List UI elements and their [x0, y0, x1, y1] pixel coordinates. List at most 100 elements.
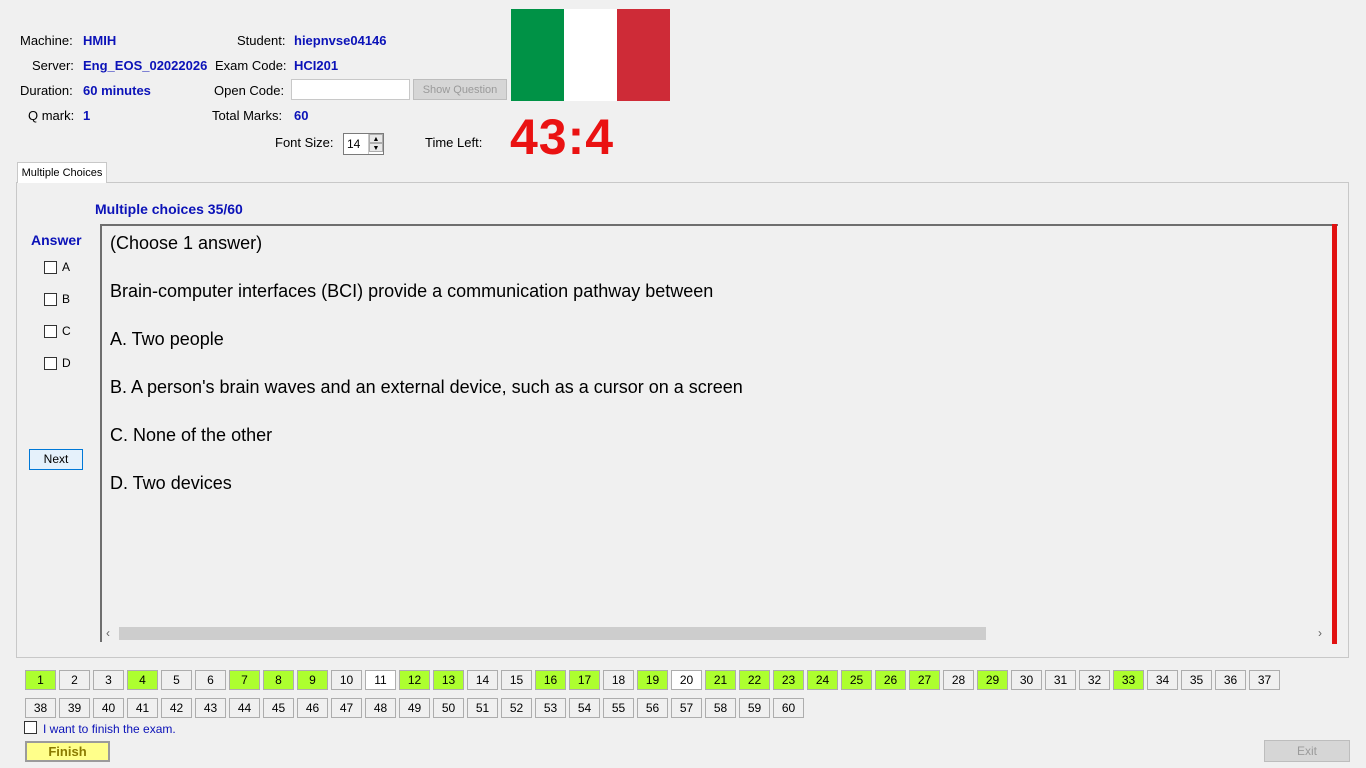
question-nav-button-8[interactable]: 8	[263, 670, 294, 690]
exit-button[interactable]: Exit	[1264, 740, 1350, 762]
question-nav-button-44[interactable]: 44	[229, 698, 260, 718]
answer-checkbox-d[interactable]	[44, 357, 57, 370]
qmark-value: 1	[83, 108, 91, 123]
question-nav-button-56[interactable]: 56	[637, 698, 668, 718]
flag-stripe-green	[511, 9, 564, 101]
next-button[interactable]: Next	[29, 449, 83, 470]
total-marks-label: Total Marks:	[212, 108, 283, 123]
question-nav-button-15[interactable]: 15	[501, 670, 532, 690]
question-nav-button-10[interactable]: 10	[331, 670, 362, 690]
question-nav-button-18[interactable]: 18	[603, 670, 634, 690]
tab-multiple-choices[interactable]: Multiple Choices	[17, 162, 107, 183]
question-nav-button-25[interactable]: 25	[841, 670, 872, 690]
question-nav-button-30[interactable]: 30	[1011, 670, 1042, 690]
question-nav-button-6[interactable]: 6	[195, 670, 226, 690]
question-nav-button-3[interactable]: 3	[93, 670, 124, 690]
question-nav-button-40[interactable]: 40	[93, 698, 124, 718]
question-nav-button-41[interactable]: 41	[127, 698, 158, 718]
answer-checkbox-b[interactable]	[44, 293, 57, 306]
question-nav-button-2[interactable]: 2	[59, 670, 90, 690]
question-nav-button-24[interactable]: 24	[807, 670, 838, 690]
answer-label-c: C	[62, 324, 71, 338]
time-left-value: 43:4	[510, 109, 615, 165]
total-marks-value: 60	[294, 108, 309, 123]
student-value: hiepnvse04146	[294, 33, 387, 48]
question-option-b: B. A person's brain waves and an externa…	[110, 377, 743, 397]
question-nav-button-4[interactable]: 4	[127, 670, 158, 690]
question-nav-button-59[interactable]: 59	[739, 698, 770, 718]
question-nav-button-45[interactable]: 45	[263, 698, 294, 718]
machine-value: HMIH	[83, 33, 117, 48]
question-nav-button-16[interactable]: 16	[535, 670, 566, 690]
question-nav-button-38[interactable]: 38	[25, 698, 56, 718]
question-nav-button-54[interactable]: 54	[569, 698, 600, 718]
question-nav-button-22[interactable]: 22	[739, 670, 770, 690]
font-size-value: 14	[347, 137, 361, 151]
scroll-right-icon[interactable]: ›	[1318, 625, 1322, 642]
question-nav-button-49[interactable]: 49	[399, 698, 430, 718]
question-nav-button-1[interactable]: 1	[25, 670, 56, 690]
question-nav-button-13[interactable]: 13	[433, 670, 464, 690]
answer-checkbox-c[interactable]	[44, 325, 57, 338]
question-nav-button-34[interactable]: 34	[1147, 670, 1178, 690]
duration-label: Duration:	[20, 83, 73, 98]
question-nav-button-57[interactable]: 57	[671, 698, 702, 718]
question-nav-button-46[interactable]: 46	[297, 698, 328, 718]
exam-code-label: Exam Code:	[215, 58, 287, 73]
exam-code-value: HCI201	[294, 58, 339, 73]
stepper-down-icon[interactable]: ▼	[369, 143, 383, 152]
question-nav-button-27[interactable]: 27	[909, 670, 940, 690]
stepper-up-icon[interactable]: ▲	[369, 134, 383, 143]
question-nav-button-12[interactable]: 12	[399, 670, 430, 690]
question-nav-button-42[interactable]: 42	[161, 698, 192, 718]
question-stem: Brain-computer interfaces (BCI) provide …	[110, 281, 714, 301]
question-nav-button-21[interactable]: 21	[705, 670, 736, 690]
question-nav-button-36[interactable]: 36	[1215, 670, 1246, 690]
question-nav-button-50[interactable]: 50	[433, 698, 464, 718]
question-nav-button-55[interactable]: 55	[603, 698, 634, 718]
question-nav-button-43[interactable]: 43	[195, 698, 226, 718]
question-nav-button-23[interactable]: 23	[773, 670, 804, 690]
question-nav-button-29[interactable]: 29	[977, 670, 1008, 690]
student-label: Student:	[237, 33, 286, 48]
open-code-input[interactable]	[291, 79, 410, 100]
question-nav-button-58[interactable]: 58	[705, 698, 736, 718]
question-nav-button-35[interactable]: 35	[1181, 670, 1212, 690]
flag-stripe-white	[564, 9, 617, 101]
answer-checkbox-a[interactable]	[44, 261, 57, 274]
question-nav-button-28[interactable]: 28	[943, 670, 974, 690]
question-nav-button-11[interactable]: 11	[365, 670, 396, 690]
open-code-label: Open Code:	[214, 83, 285, 98]
question-nav-button-5[interactable]: 5	[161, 670, 192, 690]
scroll-left-icon[interactable]: ‹	[106, 625, 110, 642]
question-nav-button-52[interactable]: 52	[501, 698, 532, 718]
question-nav-button-47[interactable]: 47	[331, 698, 362, 718]
question-option-a: A. Two people	[110, 329, 224, 349]
machine-label: Machine:	[20, 33, 73, 48]
question-nav-button-53[interactable]: 53	[535, 698, 566, 718]
question-nav-button-32[interactable]: 32	[1079, 670, 1110, 690]
question-nav-button-17[interactable]: 17	[569, 670, 600, 690]
question-nav-button-51[interactable]: 51	[467, 698, 498, 718]
server-value: Eng_EOS_02022026	[83, 58, 208, 73]
question-nav-button-14[interactable]: 14	[467, 670, 498, 690]
finish-button[interactable]: Finish	[25, 741, 110, 762]
question-nav-button-37[interactable]: 37	[1249, 670, 1280, 690]
question-counter: Multiple choices 35/60	[95, 201, 243, 217]
question-nav-button-60[interactable]: 60	[773, 698, 804, 718]
question-nav-button-26[interactable]: 26	[875, 670, 906, 690]
question-nav-button-48[interactable]: 48	[365, 698, 396, 718]
scrollbar-thumb[interactable]	[119, 627, 986, 640]
finish-exam-checkbox[interactable]	[24, 721, 37, 734]
qmark-label: Q mark:	[28, 108, 75, 123]
question-nav-button-31[interactable]: 31	[1045, 670, 1076, 690]
question-nav-button-33[interactable]: 33	[1113, 670, 1144, 690]
question-nav-button-39[interactable]: 39	[59, 698, 90, 718]
question-nav-button-9[interactable]: 9	[297, 670, 328, 690]
show-question-button[interactable]: Show Question	[413, 79, 507, 100]
question-nav-button-19[interactable]: 19	[637, 670, 668, 690]
font-size-stepper[interactable]: 14 ▲ ▼	[343, 133, 384, 155]
question-nav-button-20[interactable]: 20	[671, 670, 702, 690]
server-label: Server:	[32, 58, 74, 73]
question-nav-button-7[interactable]: 7	[229, 670, 260, 690]
